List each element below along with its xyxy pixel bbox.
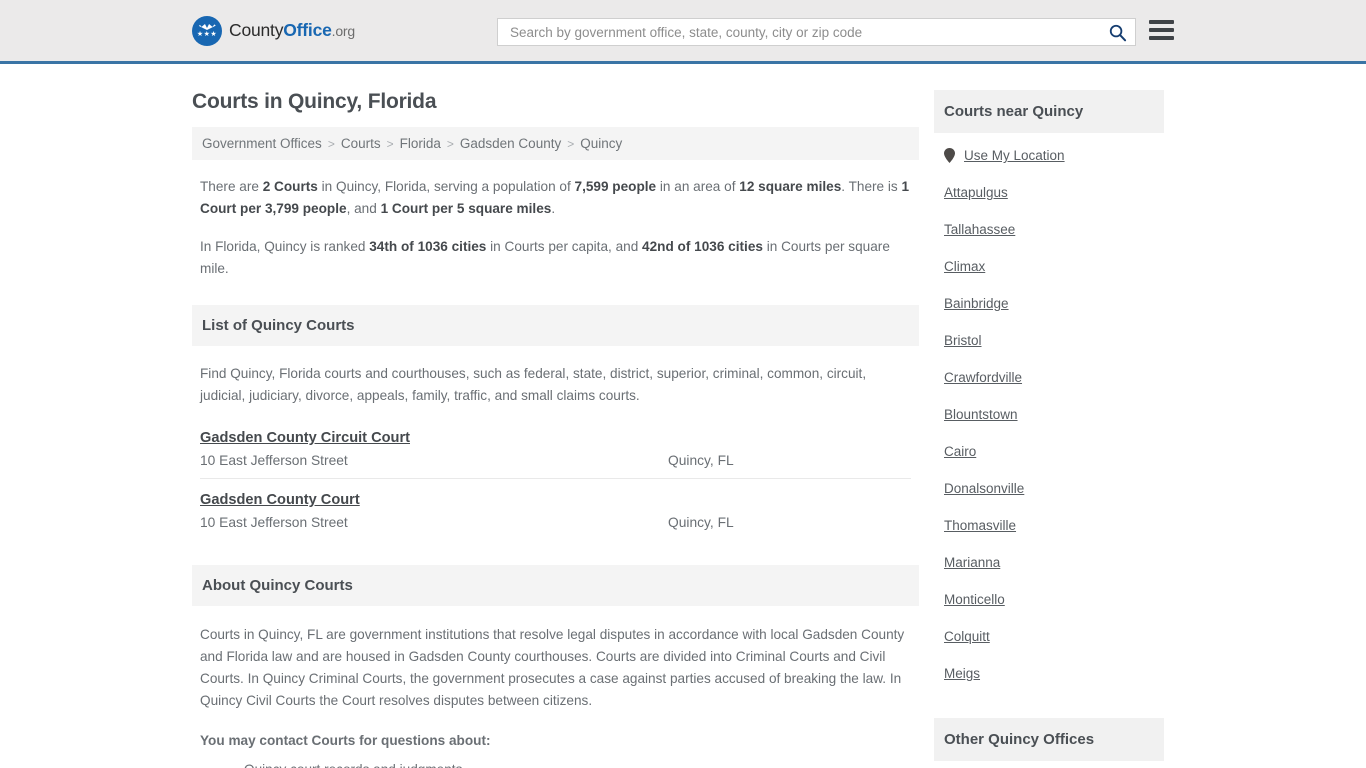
breadcrumb: Government Offices > Courts > Florida > Gadsde… [192,127,919,160]
other-offices-card: Other Quincy Offices [934,718,1164,761]
breadcrumb-item-3[interactable]: Florida [400,136,441,151]
search-input[interactable] [508,23,1106,41]
court-city-state: Quincy, FL [668,453,734,468]
statistic-value: 42nd of 1036 cities [642,239,763,254]
site-header: ★★★ CountyOffice.org [0,0,1366,64]
nearby-city-link[interactable]: Monticello [944,581,1154,618]
list-section-heading: List of Quincy Courts [192,305,919,346]
nearby-city-links: Attapulgus Tallahassee Climax Bainbridge Bri… [944,174,1154,692]
hamburger-bar [1149,20,1174,24]
statistic-text: , and [346,201,381,216]
nearby-courts-heading: Courts near Quincy [934,90,1164,133]
court-address: 10 East Jefferson Street Quincy, FL [200,453,911,468]
logo-wordmark: CountyOffice.org [229,20,355,41]
about-section-body: Courts in Quincy, FL are government inst… [192,624,919,768]
court-address: 10 East Jefferson Street Quincy, FL [200,515,911,530]
nearby-city-link[interactable]: Tallahassee [944,211,1154,248]
eagle-seal-icon: ★★★ [192,15,222,46]
logo-text-office: Office [283,20,332,40]
about-section-heading: About Quincy Courts [192,565,919,606]
statistic-text: in an area of [656,179,740,194]
contact-topic-item: Quincy court records and judgments [242,760,911,768]
page-container: Courts in Quincy, Florida Government Off… [0,64,1366,768]
hamburger-menu-icon[interactable] [1149,20,1174,40]
nearby-courts-card: Courts near Quincy Use My Location Attap… [934,90,1164,692]
map-pin-icon [944,148,955,163]
list-section-body: Find Quincy, Florida courts and courthou… [192,363,919,540]
nearby-city-link[interactable]: Donalsonville [944,470,1154,507]
court-row: Gadsden County Circuit Court 10 East Jeff… [200,429,911,479]
nearby-city-link[interactable]: Marianna [944,544,1154,581]
list-section-description: Find Quincy, Florida courts and courthou… [200,366,867,403]
court-name-link[interactable]: Gadsden County Circuit Court [200,430,410,446]
contact-lead: You may contact Courts for questions abo… [200,733,491,748]
court-street: 10 East Jefferson Street [200,453,348,468]
breadcrumb-separator: > [567,136,575,151]
statistic-value: 12 square miles [739,179,842,194]
nearby-city-link[interactable]: Cairo [944,433,1154,470]
statistic-value: 7,599 people [574,179,657,194]
nearby-city-link[interactable]: Climax [944,248,1154,285]
statistic-text: . [551,201,556,216]
main-column: Courts in Quincy, Florida Government Off… [192,64,919,768]
breadcrumb-item-4[interactable]: Gadsden County [460,136,561,151]
nearby-city-link[interactable]: Thomasville [944,507,1154,544]
breadcrumb-item-1[interactable]: Government Offices [202,136,322,151]
statistic-text: . There is [841,179,902,194]
search-icon [1109,24,1127,41]
court-city-state: Quincy, FL [668,515,734,530]
breadcrumb-separator: > [446,136,454,151]
nearby-city-link[interactable]: Colquitt [944,618,1154,655]
statistics-paragraph-1: There are 2 Courts in Quincy, Florida, s… [200,176,911,220]
court-list: Gadsden County Circuit Court 10 East Jeff… [200,429,911,540]
contact-topics-list: Quincy court records and judgmentsLaw do… [200,760,911,768]
sidebar: Courts near Quincy Use My Location Attap… [934,64,1164,761]
breadcrumb-separator: > [386,136,394,151]
breadcrumb-item-2[interactable]: Courts [341,136,381,151]
statistic-value: 2 Courts [262,179,318,194]
statistic-text: In Florida, Quincy is ranked [200,239,370,254]
use-my-location-link[interactable]: Use My Location [944,137,1154,174]
nearby-city-link[interactable]: Crawfordville [944,359,1154,396]
hamburger-bar [1149,28,1174,32]
hamburger-bar [1149,36,1174,40]
logo-text-county: County [229,20,284,40]
court-row: Gadsden County Court 10 East Jefferson St… [200,491,911,540]
court-street: 10 East Jefferson Street [200,515,348,530]
statistics-paragraph-2: In Florida, Quincy is ranked 34th of 103… [200,236,911,280]
nearby-city-link[interactable]: Blountstown [944,396,1154,433]
logo-text-org: .org [331,23,356,39]
statistic-value: 34th of 1036 cities [369,239,487,254]
nearby-courts-body: Use My Location Attapulgus Tallahassee Cli… [934,133,1164,692]
search-button[interactable] [1106,23,1129,42]
nearby-city-link[interactable]: Bristol [944,322,1154,359]
breadcrumb-separator: > [327,136,335,151]
nearby-city-link[interactable]: Meigs [944,655,1154,692]
statistic-text: There are [200,179,263,194]
court-name-link[interactable]: Gadsden County Court [200,492,360,508]
statistic-value: 1 Court per 5 square miles [380,201,552,216]
intro-statistics: There are 2 Courts in Quincy, Florida, s… [192,176,919,280]
use-my-location-label: Use My Location [964,148,1065,163]
search-box[interactable] [497,18,1136,46]
statistic-text: in Courts per capita, and [486,239,643,254]
site-logo[interactable]: ★★★ CountyOffice.org [192,15,355,46]
page-title: Courts in Quincy, Florida [192,90,437,113]
nearby-city-link[interactable]: Attapulgus [944,174,1154,211]
statistic-text: in Quincy, Florida, serving a population… [317,179,575,194]
other-offices-heading: Other Quincy Offices [934,718,1164,761]
breadcrumb-item-5: Quincy [580,136,623,151]
nearby-city-link[interactable]: Bainbridge [944,285,1154,322]
about-paragraph: Courts in Quincy, FL are government inst… [200,627,905,708]
